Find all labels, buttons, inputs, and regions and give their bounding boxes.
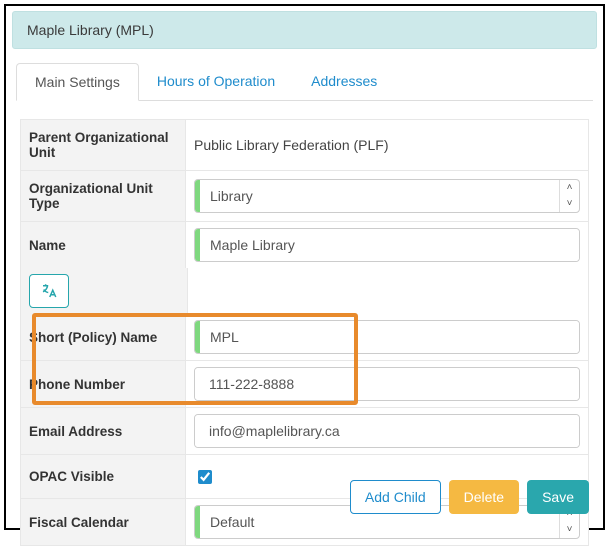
phone-input[interactable] <box>195 368 579 400</box>
translate-button[interactable] <box>29 274 69 308</box>
tab-main-settings[interactable]: Main Settings <box>16 63 139 101</box>
org-type-spinner[interactable]: ˄ ˅ <box>559 180 579 212</box>
opac-checkbox[interactable] <box>198 470 212 484</box>
footer-actions: Add Child Delete Save <box>350 480 589 514</box>
translate-icon <box>40 282 58 300</box>
name-input-wrap <box>194 228 580 262</box>
label-name: Name <box>20 222 186 268</box>
panel-header: Maple Library (MPL) <box>12 11 597 49</box>
chevron-down-icon[interactable]: ˅ <box>560 196 579 212</box>
email-input[interactable] <box>195 415 579 447</box>
row-email: Email Address <box>20 408 589 455</box>
short-name-input-wrap <box>194 320 580 354</box>
email-input-wrap <box>194 414 580 448</box>
tab-hours[interactable]: Hours of Operation <box>139 63 293 100</box>
add-child-button[interactable]: Add Child <box>350 480 441 514</box>
save-button[interactable]: Save <box>527 480 589 514</box>
name-input[interactable] <box>200 229 579 261</box>
row-org-type: Organizational Unit Type ˄ ˅ <box>20 171 589 222</box>
label-opac: OPAC Visible <box>20 455 186 498</box>
label-short-name: Short (Policy) Name <box>20 314 186 360</box>
short-name-input[interactable] <box>200 321 579 353</box>
label-fiscal: Fiscal Calendar <box>20 499 186 545</box>
label-org-type: Organizational Unit Type <box>20 171 186 221</box>
label-email: Email Address <box>20 408 186 454</box>
label-phone: Phone Number <box>20 361 186 407</box>
org-type-input[interactable] <box>200 180 559 212</box>
delete-button[interactable]: Delete <box>449 480 519 514</box>
panel-title: Maple Library (MPL) <box>27 22 154 38</box>
label-parent-org: Parent Organizational Unit <box>20 120 186 170</box>
parent-org-text: Public Library Federation (PLF) <box>194 137 389 153</box>
row-name: Name <box>20 222 589 268</box>
row-translate <box>20 268 589 314</box>
phone-input-wrap <box>194 367 580 401</box>
org-type-select[interactable]: ˄ ˅ <box>194 179 580 213</box>
row-parent-org: Parent Organizational Unit Public Librar… <box>20 119 589 171</box>
chevron-up-icon[interactable]: ˄ <box>560 180 579 196</box>
row-short-name: Short (Policy) Name <box>20 314 589 361</box>
value-parent-org: Public Library Federation (PLF) <box>186 120 589 170</box>
settings-panel: Maple Library (MPL) Main Settings Hours … <box>4 4 605 530</box>
tab-bar: Main Settings Hours of Operation Address… <box>16 63 593 101</box>
chevron-down-icon[interactable]: ˅ <box>560 522 579 538</box>
tab-addresses[interactable]: Addresses <box>293 63 395 100</box>
row-phone: Phone Number <box>20 361 589 408</box>
